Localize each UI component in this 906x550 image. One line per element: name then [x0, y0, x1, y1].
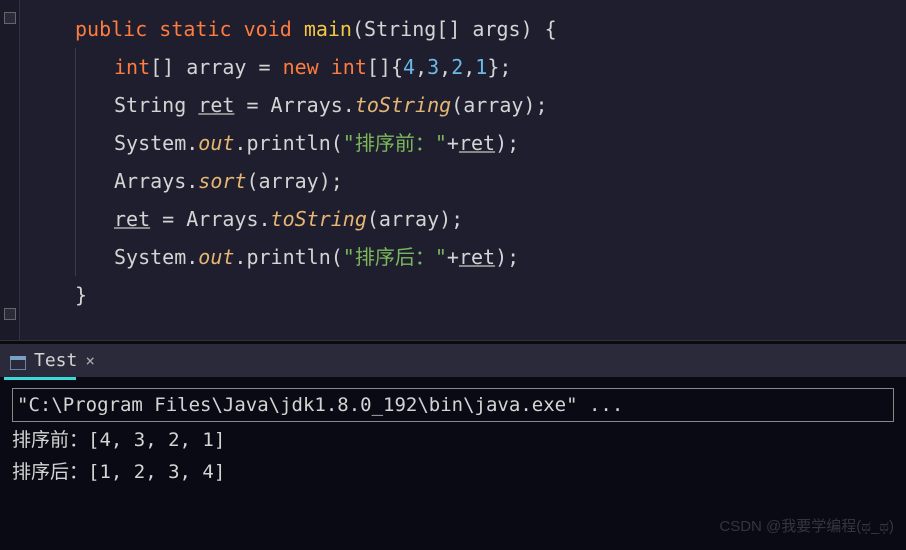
code-line: int[] array = new int[]{4,3,2,1}; [75, 48, 906, 86]
code-line: } [75, 276, 906, 314]
code-line: String ret = Arrays.toString(array); [75, 86, 906, 124]
run-tab-icon [10, 354, 26, 368]
code-line: Arrays.sort(array); [75, 162, 906, 200]
console-tab-bar: Test × [0, 344, 906, 380]
console-command-line: "C:\Program Files\Java\jdk1.8.0_192\bin\… [12, 388, 894, 422]
code-line: ret = Arrays.toString(array); [75, 200, 906, 238]
fold-marker-icon[interactable] [4, 308, 16, 320]
close-icon[interactable]: × [85, 351, 95, 370]
console-output-line: 排序前：[4, 3, 2, 1] [12, 424, 894, 456]
code-line: System.out.println("排序后："+ret); [75, 238, 906, 276]
console-output-line: 排序后：[1, 2, 3, 4] [12, 456, 894, 488]
code-editor[interactable]: public static void main(String[] args) {… [0, 0, 906, 340]
fold-marker-icon[interactable] [4, 12, 16, 24]
editor-gutter [0, 0, 20, 340]
code-content[interactable]: public static void main(String[] args) {… [20, 10, 906, 314]
watermark-text: CSDN @我要学编程(ಥ_ಥ) [719, 515, 894, 536]
active-tab-indicator [4, 377, 76, 380]
console-tab-test[interactable]: Test × [4, 346, 105, 375]
code-line: System.out.println("排序前："+ret); [75, 124, 906, 162]
code-line: public static void main(String[] args) { [75, 10, 906, 48]
tab-label: Test [34, 350, 77, 371]
